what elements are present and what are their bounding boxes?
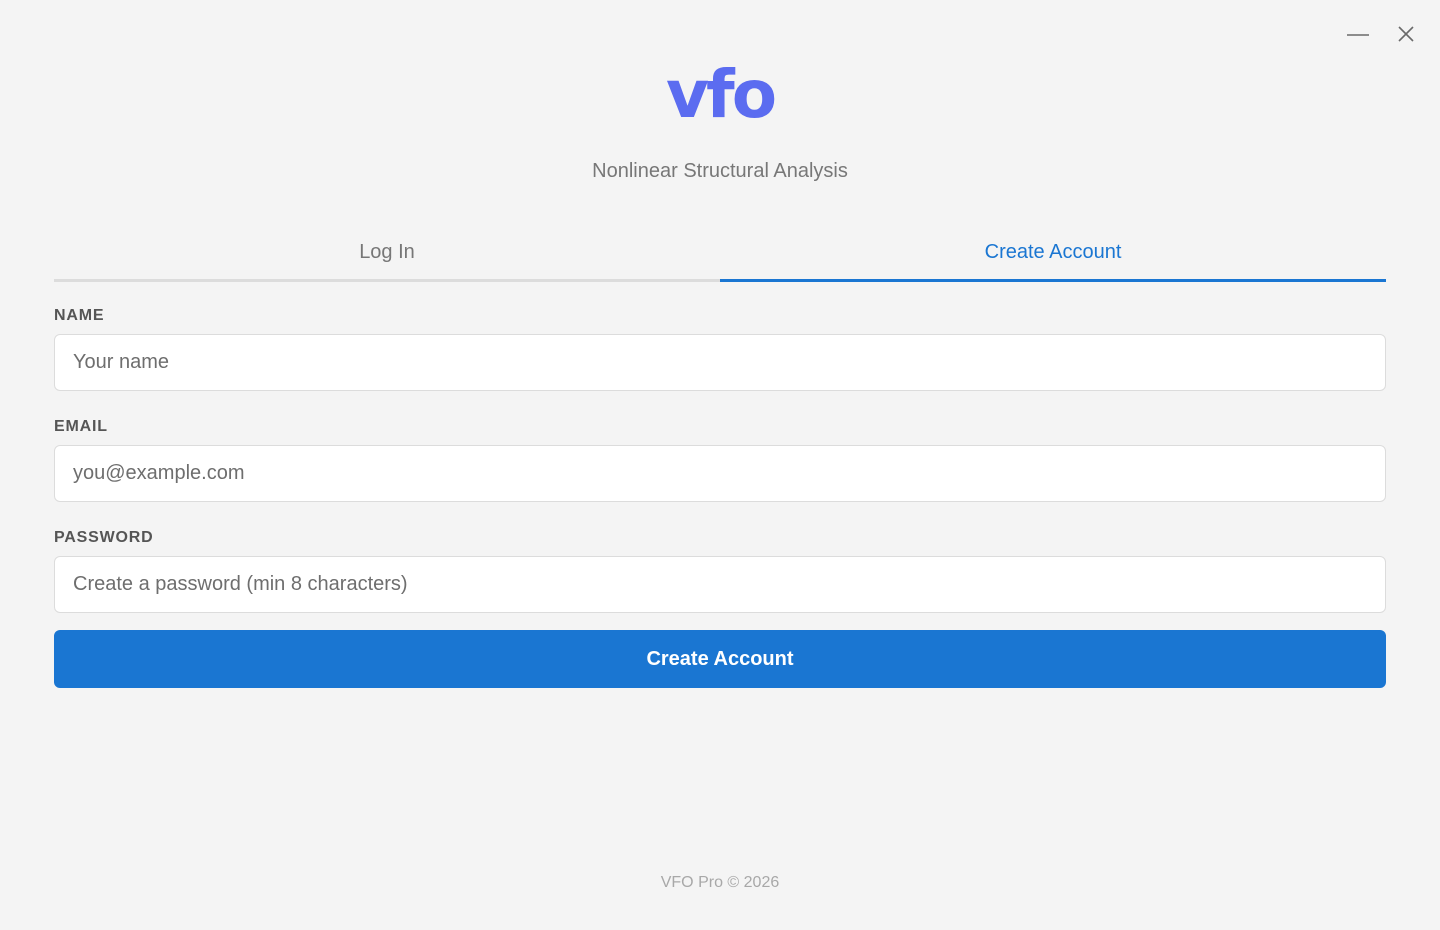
close-icon[interactable] — [1394, 22, 1418, 46]
password-field-group: PASSWORD — [54, 528, 1386, 613]
password-input[interactable] — [54, 556, 1386, 613]
email-label: EMAIL — [54, 418, 108, 435]
email-input[interactable] — [54, 445, 1386, 502]
password-label: PASSWORD — [54, 529, 154, 546]
name-field-group: NAME — [54, 306, 1386, 391]
name-input[interactable] — [54, 334, 1386, 391]
app-subtitle: Nonlinear Structural Analysis — [592, 160, 848, 182]
create-account-button[interactable]: Create Account — [54, 630, 1386, 688]
logo: vfo — [665, 56, 777, 133]
window-controls — [1346, 22, 1418, 46]
tab-create-account[interactable]: Create Account — [720, 230, 1386, 282]
footer-copyright: VFO Pro © 2026 — [660, 874, 780, 891]
minimize-icon[interactable] — [1346, 22, 1370, 46]
tab-log-in[interactable]: Log In — [54, 230, 720, 282]
email-field-group: EMAIL — [54, 417, 1386, 502]
create-account-form: NAME EMAIL PASSWORD — [54, 306, 1386, 639]
auth-tabs: Log In Create Account — [54, 230, 1386, 282]
name-label: NAME — [54, 307, 105, 324]
app-window: vfo Nonlinear Structural Analysis Log In… — [0, 0, 1440, 930]
